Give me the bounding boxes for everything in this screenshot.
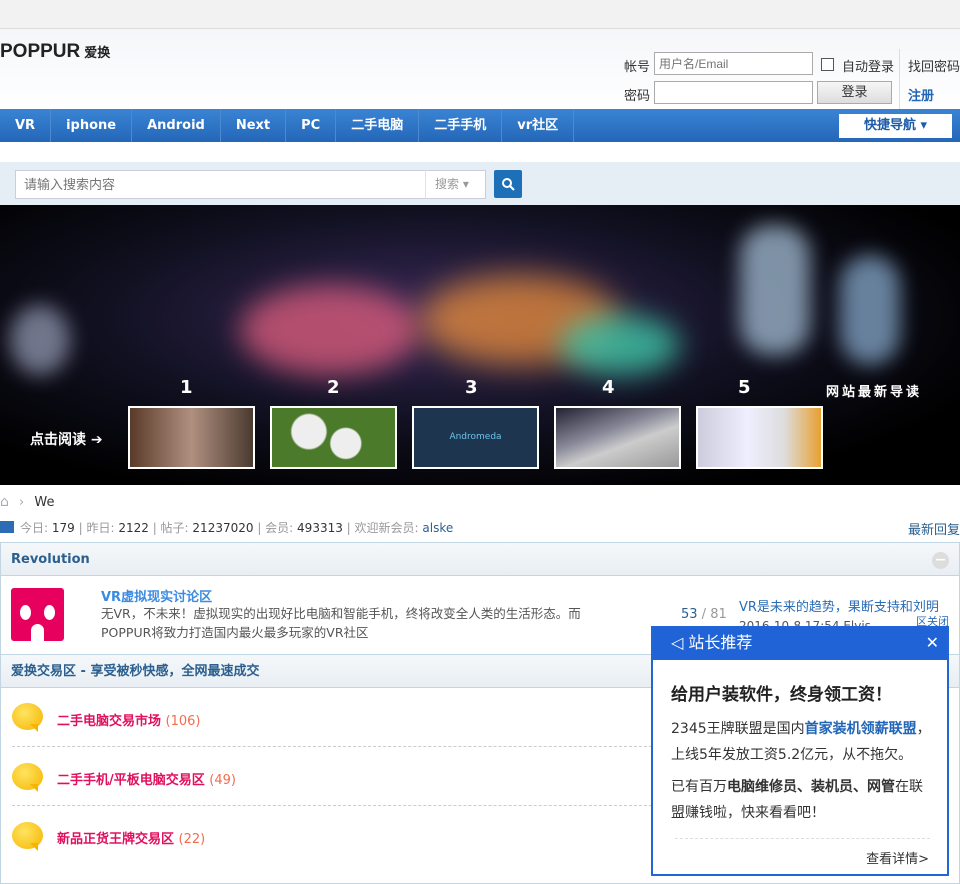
yesterday-count: 2122 — [118, 521, 149, 535]
forum-link[interactable]: VR虚拟现实讨论区 — [101, 586, 212, 605]
slide-number: 2 — [327, 377, 340, 398]
forum-link: 新品正货王牌交易区 (22) — [57, 828, 205, 847]
thumbnail-3[interactable]: Andromeda — [412, 406, 539, 469]
thumbnail-5[interactable] — [696, 406, 823, 469]
section-title[interactable]: Revolution — [11, 552, 90, 567]
thread-count: 53 — [681, 607, 698, 622]
divider — [899, 49, 900, 109]
slide-number: 3 — [465, 377, 478, 398]
today-count: 179 — [51, 521, 75, 535]
forum-bubble-icon — [12, 822, 43, 851]
posts-label: 帖子: — [160, 521, 189, 535]
highlight-link[interactable]: 首家装机领薪联盟 — [805, 721, 917, 737]
login-button[interactable]: 登录 — [817, 81, 892, 104]
logo-cn: 爱换 — [84, 45, 111, 60]
forum-bubble-icon — [12, 703, 43, 732]
auto-login-label: 自动登录 — [842, 60, 895, 75]
nav-item-android[interactable]: Android — [132, 109, 221, 142]
search-button[interactable] — [494, 170, 522, 198]
forum-count: (22) — [178, 832, 206, 847]
forum-name[interactable]: 新品正货王牌交易区 — [57, 832, 174, 847]
members-count: 493313 — [297, 521, 343, 535]
forum-bubble-icon — [12, 763, 43, 792]
logo[interactable]: POPPUR 爱换 — [0, 41, 110, 63]
posts-count: 21237020 — [192, 521, 254, 535]
search-icon — [502, 178, 515, 191]
stats-icon — [0, 521, 14, 533]
welcome-label: 欢迎新会员: — [354, 521, 419, 535]
account-input[interactable] — [654, 52, 813, 75]
popup-headline: 给用户装软件，终身领工资！ — [671, 685, 892, 705]
breadcrumb: ⌂ › We — [0, 494, 54, 510]
breadcrumb-separator: › — [19, 495, 25, 510]
password-input[interactable] — [654, 81, 813, 104]
header: POPPUR爱换 帐号 自动登录 找回密码 密码 登录 注册 — [0, 29, 960, 109]
section-header: Revolution − — [1, 543, 959, 576]
forum-name[interactable]: 二手电脑交易市场 — [57, 714, 161, 729]
breadcrumb-current[interactable]: We — [34, 495, 54, 510]
new-member-link[interactable]: alske — [422, 521, 453, 535]
forum-name[interactable]: 二手手机/平板电脑交易区 — [57, 773, 205, 788]
search-type-select[interactable]: 搜索 ▾ — [425, 170, 486, 199]
forum-description: 无VR，不未来！虚拟现实的出现好比电脑和智能手机，终将改变全人类的生活形态。而P… — [101, 606, 581, 640]
nav-item-vr[interactable]: VR — [0, 109, 52, 142]
nav-item-vr-community[interactable]: vr社区 — [502, 109, 575, 142]
slide-number: 4 — [602, 377, 615, 398]
latest-reply-link[interactable]: 最新回复 — [908, 519, 960, 538]
yesterday-label: 昨日: — [86, 521, 115, 535]
popup-header: ◁ 站长推荐 ✕ — [653, 626, 947, 660]
forum-count: (106) — [165, 714, 201, 729]
view-details-link[interactable]: 查看详情> — [866, 848, 929, 867]
vr-forum-icon[interactable] — [11, 588, 64, 641]
auto-login-checkbox[interactable] — [821, 58, 834, 71]
popup-paragraph-2: 已有百万电脑维修员、装机员、网管在联盟赚钱啦，快来看看吧！ — [671, 779, 923, 821]
find-password-link[interactable]: 找回密码 — [908, 56, 960, 75]
banner[interactable]: 点击阅读 ➔ 网站最新导读 1 2 3 4 5 Andromeda — [0, 205, 960, 485]
nav-item-iphone[interactable]: iphone — [51, 109, 133, 142]
recommend-popup: ◁ 站长推荐 ✕ 给用户装软件，终身领工资！ 2345王牌联盟是国内首家装机领薪… — [651, 626, 949, 876]
divider — [12, 805, 652, 806]
thumbnail-4[interactable] — [554, 406, 681, 469]
nav-item-used-pc[interactable]: 二手电脑 — [336, 109, 420, 142]
slide-number: 1 — [180, 377, 193, 398]
logo-text: POPPUR — [0, 41, 81, 62]
forum-link: 二手手机/平板电脑交易区 (49) — [57, 769, 236, 788]
password-label: 密码 — [624, 89, 651, 104]
latest-guide-label: 网站最新导读 — [826, 385, 923, 400]
forum-counts: 53 / 81 — [681, 607, 727, 622]
nav-item-used-phone[interactable]: 二手手机 — [419, 109, 503, 142]
forum-count: (49) — [209, 773, 236, 788]
members-label: 会员: — [265, 521, 294, 535]
last-post-link[interactable]: VR是未来的趋势，果断支持和刘明 — [739, 596, 939, 615]
divider — [675, 838, 930, 839]
top-bar — [0, 0, 960, 29]
divider — [12, 746, 652, 747]
home-icon[interactable]: ⌂ — [0, 494, 9, 510]
main-nav: VR iphone Android Next PC 二手电脑 二手手机 vr社区 — [0, 109, 960, 142]
popup-title: 站长推荐 — [688, 633, 753, 652]
register-link[interactable]: 注册 — [908, 85, 934, 104]
thumbnail-2[interactable] — [270, 406, 397, 469]
read-label: 点击阅读 ➔ — [30, 432, 103, 448]
account-label: 帐号 — [624, 60, 651, 75]
nav-item-next[interactable]: Next — [221, 109, 287, 142]
speaker-icon: ◁ — [671, 633, 684, 652]
collapse-icon[interactable]: − — [932, 552, 949, 569]
forum-link: 二手电脑交易市场 (106) — [57, 710, 201, 729]
nav-item-pc[interactable]: PC — [286, 109, 337, 142]
popup-paragraph-1: 2345王牌联盟是国内首家装机领薪联盟，上线5年发放工资5.2亿元，从不拖欠。 — [671, 721, 931, 763]
search-input[interactable] — [15, 170, 426, 199]
slide-number: 5 — [738, 377, 751, 398]
stats-bar: 今日: 179 | 昨日: 2122 | 帖子: 21237020 | 会员: … — [0, 519, 453, 536]
today-label: 今日: — [20, 521, 49, 535]
quick-nav-button[interactable]: 快捷导航 ▾ — [839, 114, 952, 138]
post-count: 81 — [710, 607, 727, 622]
thumbnail-1[interactable] — [128, 406, 255, 469]
close-icon[interactable]: ✕ — [926, 626, 939, 660]
